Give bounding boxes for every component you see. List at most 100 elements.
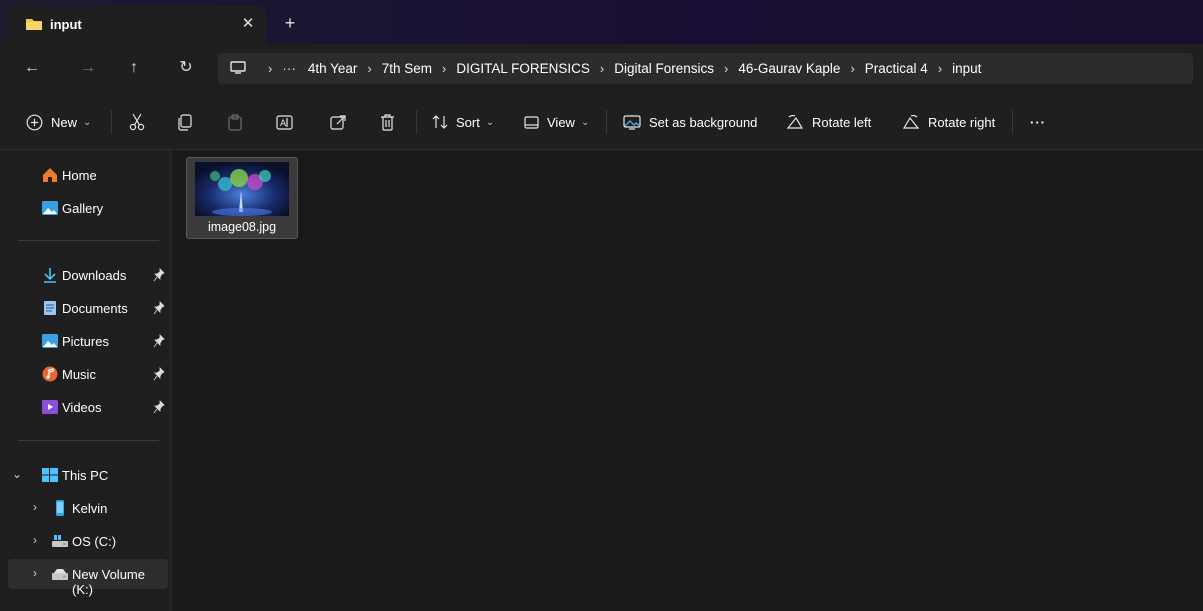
expand-chevron-icon[interactable]: › xyxy=(28,533,42,547)
new-label: New xyxy=(51,114,78,130)
divider xyxy=(18,440,159,441)
sidebar-item-kelvin[interactable]: › Kelvin xyxy=(8,493,168,523)
share-icon xyxy=(330,115,346,130)
sidebar-label: Kelvin xyxy=(72,501,108,516)
breadcrumb-item[interactable]: 7th Sem xyxy=(382,61,432,76)
breadcrumb-chevron-icon[interactable]: › xyxy=(367,61,371,76)
sidebar-label: Music xyxy=(62,367,96,382)
view-button[interactable]: View ⌄ xyxy=(524,112,589,132)
folder-icon xyxy=(26,19,42,30)
rotate-right-icon xyxy=(902,114,920,129)
clipboard-icon xyxy=(228,113,242,131)
scissors-icon xyxy=(129,113,145,131)
breadcrumb-overflow[interactable]: ··· xyxy=(282,61,296,76)
sidebar-label: Documents xyxy=(62,301,128,316)
chevron-down-icon: ⌄ xyxy=(580,116,590,128)
breadcrumb-chevron-icon[interactable]: › xyxy=(442,61,446,76)
breadcrumb-item[interactable]: DIGITAL FORENSICS xyxy=(456,61,590,76)
paste-button[interactable] xyxy=(228,112,242,132)
delete-button[interactable] xyxy=(380,112,395,132)
desktop-background-icon xyxy=(623,114,641,130)
rotate-right-label: Rotate right xyxy=(928,114,996,130)
divider xyxy=(606,110,607,134)
copy-button[interactable] xyxy=(177,112,193,132)
sidebar-label: Pictures xyxy=(62,334,109,349)
sidebar-label: Home xyxy=(62,168,97,183)
set-as-background-button[interactable]: Set as background xyxy=(623,112,757,132)
plus-circle-icon xyxy=(26,114,43,130)
trash-icon xyxy=(381,113,394,131)
breadcrumb: › ··· 4th Year › 7th Sem › DIGITAL FOREN… xyxy=(258,53,981,84)
breadcrumb-item[interactable]: 4th Year xyxy=(308,61,358,76)
sidebar-item-documents[interactable]: Documents xyxy=(8,293,168,323)
breadcrumb-chevron-icon[interactable]: › xyxy=(938,61,942,76)
sidebar-item-home[interactable]: Home xyxy=(8,160,168,190)
pin-icon[interactable] xyxy=(153,400,165,414)
sidebar-label: Gallery xyxy=(62,201,104,216)
sidebar-item-downloads[interactable]: Downloads xyxy=(8,260,168,290)
image-thumbnail xyxy=(195,162,289,216)
expand-chevron-icon[interactable]: › xyxy=(28,500,42,514)
chevron-down-icon: ⌄ xyxy=(83,116,92,128)
close-tab-icon[interactable]: ✕ xyxy=(238,14,258,34)
rotate-right-button[interactable]: Rotate right xyxy=(902,112,995,132)
expand-chevron-icon[interactable]: › xyxy=(28,566,42,580)
breadcrumb-chevron-icon[interactable]: › xyxy=(600,61,604,76)
navigation-bar: ← → ↑ ↻ › ··· 4th Year › 7th Sem › DIGIT… xyxy=(0,44,1203,92)
file-view[interactable]: image08.jpg xyxy=(173,150,1203,611)
pin-icon[interactable] xyxy=(153,334,165,348)
forward-button[interactable]: → xyxy=(76,56,100,80)
breadcrumb-chevron-icon: › xyxy=(268,61,273,76)
rotate-left-button[interactable]: Rotate left xyxy=(786,112,871,132)
pin-icon[interactable] xyxy=(153,301,165,315)
collapse-chevron-icon[interactable]: ⌄ xyxy=(10,467,24,481)
music-icon xyxy=(42,366,58,382)
sidebar-label: Downloads xyxy=(62,268,127,283)
more-options-button[interactable]: ··· xyxy=(1030,112,1046,132)
rename-button[interactable]: A xyxy=(276,112,293,132)
refresh-button[interactable]: ↻ xyxy=(174,56,198,80)
up-button[interactable]: ↑ xyxy=(122,56,146,80)
divider xyxy=(416,110,417,134)
new-tab-button[interactable]: + xyxy=(280,13,300,33)
sidebar-label: OS (C:) xyxy=(72,534,117,549)
share-button[interactable] xyxy=(330,112,347,132)
pin-icon[interactable] xyxy=(153,367,165,381)
sidebar-item-this-pc[interactable]: ⌄ This PC xyxy=(8,460,168,490)
breadcrumb-chevron-icon[interactable]: › xyxy=(850,61,854,76)
sidebar-item-videos[interactable]: Videos xyxy=(8,392,168,422)
sidebar-item-music[interactable]: Music xyxy=(8,359,168,389)
breadcrumb-item[interactable]: Digital Forensics xyxy=(614,61,714,76)
gallery-icon xyxy=(42,201,58,215)
title-bar: input ✕ + xyxy=(0,0,1203,44)
sidebar-item-os-c[interactable]: › OS (C:) xyxy=(8,526,168,556)
divider xyxy=(18,240,159,241)
sort-label: Sort xyxy=(456,114,480,130)
sidebar-item-gallery[interactable]: Gallery xyxy=(8,193,168,223)
file-item[interactable]: image08.jpg xyxy=(186,157,298,239)
rotate-left-icon xyxy=(786,114,804,129)
new-button[interactable]: New ⌄ xyxy=(26,112,91,132)
copy-icon xyxy=(178,113,192,131)
view-icon xyxy=(524,115,539,129)
breadcrumb-item[interactable]: 46-Gaurav Kaple xyxy=(738,61,840,76)
breadcrumb-item[interactable]: Practical 4 xyxy=(865,61,928,76)
breadcrumb-chevron-icon[interactable]: › xyxy=(724,61,728,76)
back-button[interactable]: ← xyxy=(20,56,44,80)
download-icon xyxy=(44,268,56,283)
system-drive-icon xyxy=(52,535,68,547)
tab-input[interactable]: input ✕ xyxy=(8,6,266,44)
document-icon xyxy=(44,301,56,315)
rename-icon: A xyxy=(276,114,293,130)
breadcrumb-item-current[interactable]: input xyxy=(952,61,981,76)
pictures-icon xyxy=(42,334,58,348)
sort-button[interactable]: Sort ⌄ xyxy=(432,112,494,132)
sidebar-item-new-volume-k[interactable]: › New Volume (K:) xyxy=(8,559,168,597)
sidebar-item-pictures[interactable]: Pictures xyxy=(8,326,168,356)
drive-icon xyxy=(52,569,68,580)
pin-icon[interactable] xyxy=(153,268,165,282)
sidebar-label: New Volume (K:) xyxy=(72,567,145,597)
address-bar[interactable]: › ··· 4th Year › 7th Sem › DIGITAL FOREN… xyxy=(218,53,1193,84)
phone-icon xyxy=(56,500,64,516)
cut-button[interactable] xyxy=(129,112,145,132)
